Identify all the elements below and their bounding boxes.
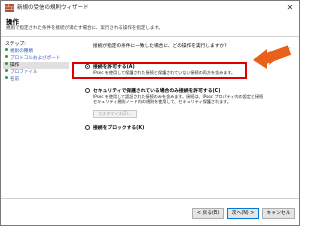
allow-secure-label[interactable]: セキュリティで保護されている場合のみ接続を許可する(C) — [93, 87, 220, 94]
step-label: 規則の種類 — [10, 49, 33, 54]
cancel-button[interactable]: キャンセル — [262, 208, 295, 219]
step-rule-type[interactable]: 規則の種類 — [3, 48, 69, 55]
step-bullet-icon — [5, 76, 8, 79]
header-divider — [1, 36, 299, 37]
next-button[interactable]: 次へ(N) > — [227, 208, 259, 219]
wizard-window: 新規の受信の規則ウィザード ✕ 操作 規則で指定された条件を接続が満たす場合に、… — [0, 0, 300, 226]
annotation-highlight-box — [72, 62, 247, 79]
step-profile[interactable]: プロファイル — [3, 69, 69, 76]
close-button[interactable]: ✕ — [283, 2, 297, 13]
window-title: 新規の受信の規則ウィザード — [17, 5, 89, 11]
page-header: 操作 規則で指定された条件を接続が満たす場合に、実行される操作を指定します。 — [1, 15, 299, 35]
steps-label: ステップ: — [5, 42, 26, 47]
allow-secure-description-2: セキュリティ規則ノード内の規則を使用して、セキュリティ保護されます。 — [93, 99, 231, 104]
title-bar: 新規の受信の規則ウィザード ✕ — [1, 1, 299, 15]
footer-divider — [1, 198, 299, 199]
step-protocol-ports[interactable]: プロトコルおよびポート — [3, 55, 69, 62]
action-question: 接続が指定の条件に一致した場合に、どの操作を実行しますか? — [93, 44, 227, 49]
firewall-app-icon — [5, 4, 14, 12]
step-bullet-icon — [5, 69, 8, 72]
step-name[interactable]: 名前 — [3, 76, 69, 83]
step-label: 操作 — [10, 63, 20, 68]
step-label: プロファイル — [10, 70, 38, 75]
step-bullet-icon — [5, 62, 8, 65]
block-radio[interactable] — [85, 125, 90, 130]
allow-secure-radio[interactable] — [85, 88, 90, 93]
step-bullet-icon — [5, 55, 8, 58]
step-action[interactable]: 操作 — [3, 62, 69, 69]
page-description: 規則で指定された条件を接続が満たす場合に、実行される操作を指定します。 — [6, 26, 163, 31]
back-button[interactable]: < 戻る(B) — [192, 208, 224, 219]
step-label: 名前 — [10, 77, 20, 82]
steps-sidebar: ステップ: 規則の種類 プロトコルおよびポート 操作 プロファイル 名前 — [1, 38, 71, 198]
annotation-arrow-icon — [253, 45, 292, 69]
block-label[interactable]: 接続をブロックする(K) — [93, 124, 144, 131]
customize-button[interactable]: カスタマイズ(Z)... — [93, 110, 137, 118]
step-bullet-icon — [5, 48, 8, 51]
step-label: プロトコルおよびポート — [10, 56, 61, 61]
